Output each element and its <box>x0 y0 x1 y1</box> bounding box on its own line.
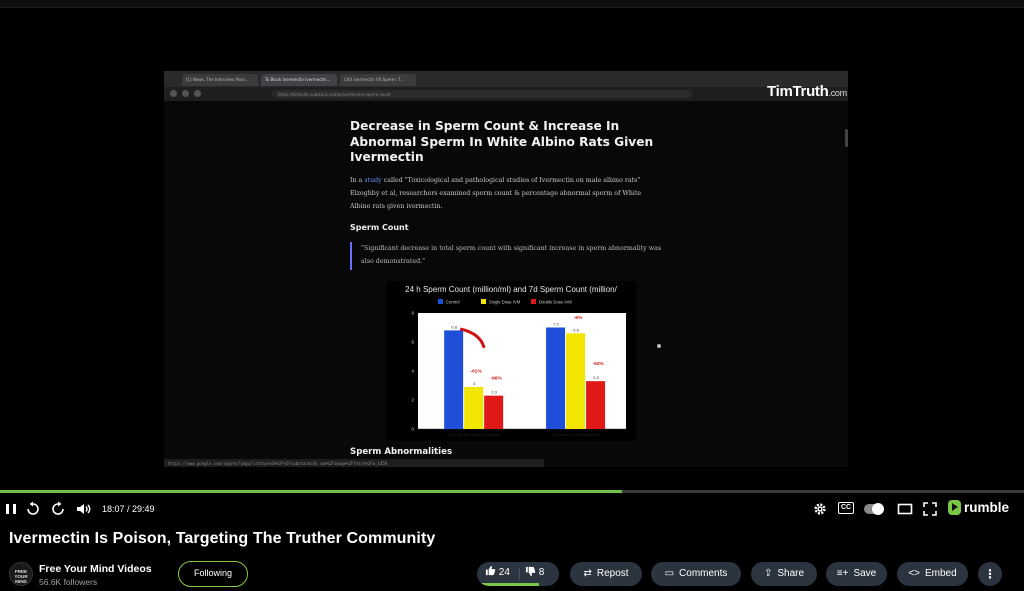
chart-title: 24 h Sperm Count (million/ml) and 7d Spe… <box>405 285 617 294</box>
watermark: TimTruth.com <box>767 83 847 100</box>
study-link: study <box>364 177 382 184</box>
captions-button[interactable]: CC <box>838 502 855 514</box>
fullscreen-icon <box>923 502 937 516</box>
reload-icon <box>194 90 201 97</box>
channel-name[interactable]: Free Your Mind Videos <box>39 563 152 575</box>
playlist-add-icon: ≡+ <box>836 568 849 579</box>
time-readout: 18:07 / 29:49 <box>102 504 155 514</box>
toggle-knob <box>872 503 884 515</box>
legend-label: Control <box>446 300 460 305</box>
pause-icon <box>6 504 16 514</box>
bar-data-label: 2.3 <box>491 390 497 395</box>
vote-buttons: 24 8 <box>477 562 559 586</box>
x-tick-label: 7d Sperm Count (million/ml) <box>551 432 601 437</box>
mouse-cursor <box>657 344 661 348</box>
x-tick-label: 24 h Sperm Count (million/ml) <box>448 432 502 437</box>
bar <box>464 386 484 429</box>
player-controls: 18:07 / 29:49 CC rumble <box>0 496 1024 524</box>
recorded-url: https://timtruth.substack.com/p/ivermect… <box>272 90 692 98</box>
article-title: Decrease in Sperm Count & Increase In Ab… <box>350 119 654 164</box>
recorded-tab: (30) Ivermectin VS Sperm: T... <box>340 74 416 86</box>
like-count: 24 <box>498 567 510 578</box>
bar-data-label: 7.0 <box>553 322 559 327</box>
volume-icon <box>77 504 91 514</box>
rewind-button[interactable] <box>24 500 42 518</box>
theater-icon <box>897 503 913 515</box>
comments-button[interactable]: ▭ Comments <box>651 562 741 586</box>
recorded-tab: To Block Ivermectin Ivermectin... <box>261 74 337 86</box>
comment-icon: ▭ <box>664 568 675 579</box>
dislike-button[interactable]: 8 <box>525 562 544 584</box>
pause-button[interactable] <box>2 500 20 518</box>
channel-followers: 56.6K followers <box>39 577 98 587</box>
like-button[interactable]: 24 <box>485 562 510 584</box>
theater-mode-button[interactable] <box>896 500 914 518</box>
repost-button[interactable]: ⇄ Repost <box>570 562 642 586</box>
percent-change-annotation: -61% <box>471 368 483 374</box>
rumble-logo[interactable]: rumble <box>948 500 1009 515</box>
legend-label: Double Dose IVM <box>539 300 572 305</box>
vote-divider <box>519 568 520 580</box>
forward-icon <box>52 501 64 515</box>
article-quote: "Significant decrease in total sperm cou… <box>350 242 670 270</box>
seek-bar[interactable] <box>0 490 1024 493</box>
recorded-scrollbar <box>845 129 848 147</box>
legend-label: Single Dose IVM <box>489 300 521 305</box>
bar <box>444 330 464 429</box>
code-icon: <> <box>908 568 920 579</box>
article-heading-2: Sperm Abnormalities <box>350 447 453 457</box>
bar-data-label: 6.8 <box>451 324 457 329</box>
more-vert-icon: ⋮ <box>984 567 996 581</box>
article-intro: In a study called "Toxicological and pat… <box>350 177 642 210</box>
sperm-count-chart: 24 h Sperm Count (million/ml) and 7d Spe… <box>386 281 636 441</box>
forward-button[interactable] <box>49 500 67 518</box>
bar <box>566 333 586 429</box>
channel-avatar[interactable]: FREE YOUR MIND <box>9 562 33 586</box>
following-button[interactable]: Following <box>178 561 248 587</box>
fullscreen-button[interactable] <box>921 500 939 518</box>
repost-icon: ⇄ <box>583 568 592 579</box>
legend-swatch <box>481 299 486 304</box>
save-button[interactable]: ≡+ Save <box>826 562 887 586</box>
legend-swatch <box>531 299 536 304</box>
back-icon <box>170 90 177 97</box>
rewind-icon <box>27 501 39 515</box>
article-heading: Sperm Count <box>350 223 409 232</box>
share-button[interactable]: ⇪ Share <box>751 562 817 586</box>
percent-change-annotation: -52% <box>592 361 604 367</box>
recorded-status-url: https://www.google.com/imgres?imgurl=htt… <box>164 459 544 467</box>
recorded-url-bar: https://timtruth.substack.com/p/ivermect… <box>164 87 848 101</box>
rumble-play-icon <box>948 500 961 515</box>
bar <box>586 381 606 429</box>
thumbs-up-icon <box>485 565 496 576</box>
recorded-tab: (1) News. The Interview: Pass... <box>182 74 258 86</box>
embed-button[interactable]: <> Embed <box>897 562 968 586</box>
bar-data-label: 6.6 <box>573 327 579 332</box>
recorded-tab-strip: (1) News. The Interview: Pass... To Bloc… <box>164 71 848 87</box>
volume-button[interactable] <box>74 500 92 518</box>
video-player[interactable]: (1) News. The Interview: Pass... To Bloc… <box>0 9 1024 487</box>
percent-change-annotation: -66% <box>491 376 503 382</box>
percent-change-annotation: -6% <box>574 315 583 321</box>
top-strip <box>0 0 1024 8</box>
chart-legend: Control Single Dose IVM Double Dose IVM <box>438 299 572 305</box>
bar <box>546 327 566 429</box>
thumbs-down-icon <box>525 566 536 577</box>
share-icon: ⇪ <box>763 568 773 579</box>
gear-icon <box>814 503 826 515</box>
like-ratio-bar <box>477 583 539 586</box>
legend-swatch <box>438 299 443 304</box>
video-title: Ivermectin Is Poison, Targeting The Trut… <box>9 530 436 547</box>
autoplay-toggle[interactable] <box>864 503 884 515</box>
dislike-count: 8 <box>538 567 545 578</box>
recorded-browser-frame: (1) News. The Interview: Pass... To Bloc… <box>164 71 848 467</box>
forward-icon <box>182 90 189 97</box>
settings-button[interactable] <box>811 500 829 518</box>
more-options-button[interactable]: ⋮ <box>978 562 1002 586</box>
seek-bar-progress <box>0 490 622 493</box>
bar-data-label: 3.3 <box>593 375 599 380</box>
bar <box>484 395 504 429</box>
